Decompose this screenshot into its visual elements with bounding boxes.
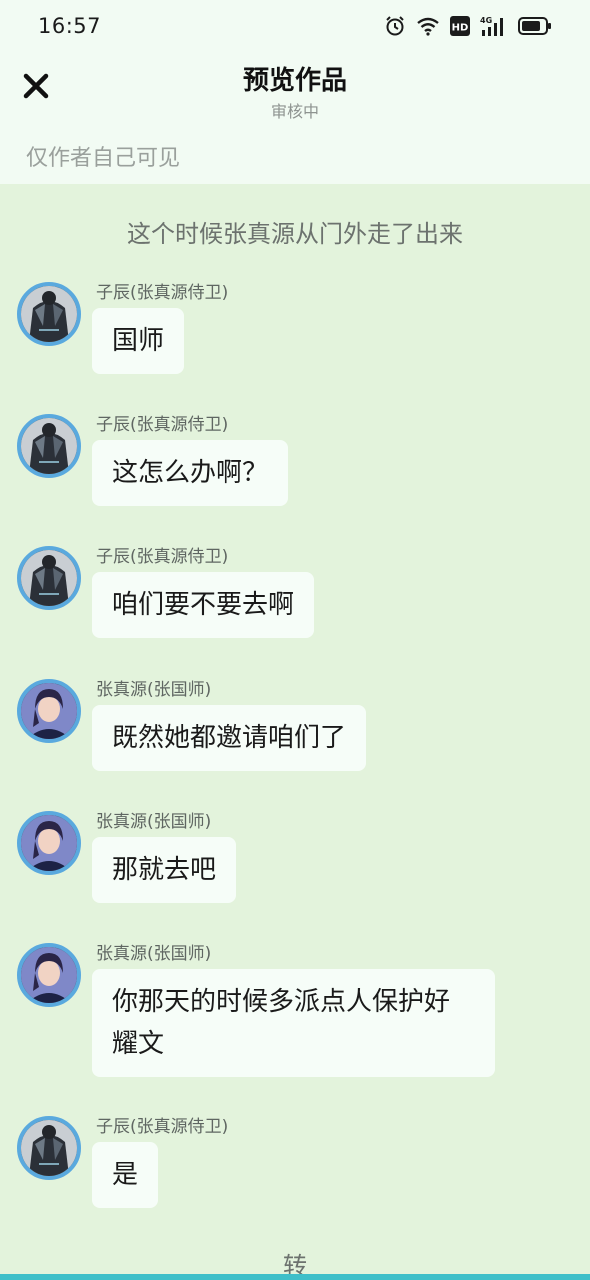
message-bubble[interactable]: 这怎么办啊？ xyxy=(92,440,289,506)
sender-name: 张真源(张国师) xyxy=(96,680,212,700)
bottom-strip xyxy=(0,1274,590,1280)
sender-name: 子辰(张真源侍卫) xyxy=(96,547,229,567)
battery-icon xyxy=(518,17,552,35)
hd-label: HD xyxy=(452,23,469,34)
message-bubble[interactable]: 国师 xyxy=(92,308,185,374)
alarm-icon xyxy=(384,15,406,37)
narration-text: 这个时候张真源从门外走了出来 xyxy=(127,220,463,248)
review-status: 审核中 xyxy=(270,102,319,121)
sender-name: 张真源(张国师) xyxy=(96,812,212,832)
guard-avatar[interactable] xyxy=(17,1116,81,1180)
sender-name: 子辰(张真源侍卫) xyxy=(96,415,229,435)
top-panel: 16:57 HD 4G 预览作品 审核中 仅作者自己可见 xyxy=(0,0,590,184)
status-time: 16:57 xyxy=(38,14,102,38)
network-label: 4G xyxy=(480,16,492,25)
master-avatar[interactable] xyxy=(17,811,81,875)
sender-name: 张真源(张国师) xyxy=(96,944,212,964)
master-avatar[interactable] xyxy=(17,679,81,743)
visibility-note: 仅作者自己可见 xyxy=(26,146,181,171)
message-bubble[interactable]: 是 xyxy=(92,1142,159,1208)
guard-avatar[interactable] xyxy=(17,414,81,478)
sender-name: 子辰(张真源侍卫) xyxy=(96,283,229,303)
wifi-icon xyxy=(416,16,440,36)
guard-avatar[interactable] xyxy=(17,282,81,346)
guard-avatar[interactable] xyxy=(17,546,81,610)
status-icons: HD 4G xyxy=(384,15,552,37)
cellular-signal-icon: 4G xyxy=(480,15,508,37)
message-bubble[interactable]: 你那天的时候多派点人保护好耀文 xyxy=(92,969,495,1077)
status-bar: 16:57 HD 4G xyxy=(0,0,590,52)
sender-name: 子辰(张真源侍卫) xyxy=(96,1117,229,1137)
message-bubble[interactable]: 咱们要不要去啊 xyxy=(92,572,315,638)
header: 预览作品 审核中 xyxy=(0,56,590,122)
hd-icon: HD xyxy=(450,16,470,36)
message-bubble[interactable]: 那就去吧 xyxy=(92,837,237,903)
page-title: 预览作品 xyxy=(242,66,347,96)
master-avatar[interactable] xyxy=(17,943,81,1007)
message-bubble[interactable]: 既然她都邀请咱们了 xyxy=(92,705,367,771)
